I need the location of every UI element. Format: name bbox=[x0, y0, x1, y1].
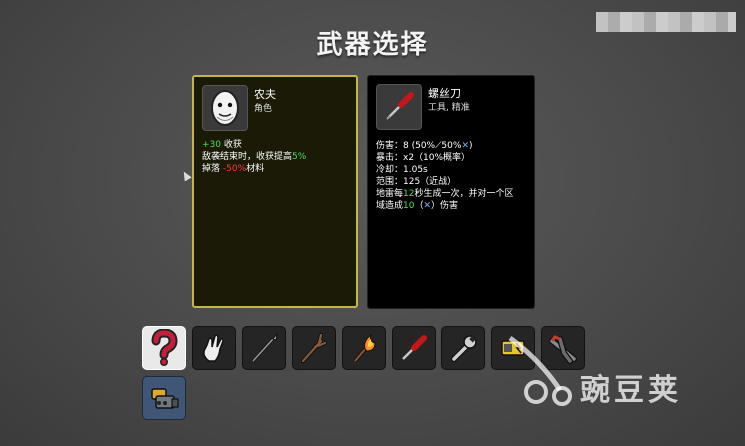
wrench-icon bbox=[451, 335, 477, 362]
stat-line: 域造成10（✕）伤害 bbox=[376, 200, 536, 212]
torch-weapon-slot[interactable] bbox=[342, 326, 386, 370]
spear-icon bbox=[251, 332, 278, 363]
weapon-stats: 伤害：8 (50%⟋50%✕) 暴击：x2（10%概率） 冷却：1.05s 范围：12… bbox=[376, 140, 536, 212]
stat-line: 掉落 -50%材料 bbox=[202, 163, 306, 175]
character-role: 角色 bbox=[254, 104, 273, 114]
stat-text: ) bbox=[468, 141, 473, 151]
character-panel: 农夫 角色 +30 收获 敌袭结束时，收获提高5% 掉落 -50%材料 bbox=[192, 75, 358, 308]
stat-text: 50% bbox=[441, 141, 462, 151]
pliers-icon bbox=[549, 335, 577, 364]
stat-line: 冷却：1.05s bbox=[376, 164, 536, 176]
stick-weapon-slot[interactable] bbox=[292, 326, 336, 370]
stat-line: 范围：125（近战） bbox=[376, 176, 536, 188]
stat-line: 伤害：8 (50%⟋50%✕) bbox=[376, 140, 536, 152]
weapon-panel: 螺丝刀 工具, 精准 伤害：8 (50%⟋50%✕) 暴击：x2（10%概率） 冷却… bbox=[367, 75, 535, 309]
stat-text: 10 bbox=[403, 201, 415, 211]
screwdriver-weapon-slot[interactable] bbox=[392, 326, 436, 370]
weapon-tags: 工具, 精准 bbox=[428, 103, 470, 113]
stat-text: 域造成 bbox=[376, 201, 404, 211]
screwdriver-icon bbox=[402, 335, 427, 360]
character-stats: +30 收获 敌袭结束时，收获提高5% 掉落 -50%材料 bbox=[202, 139, 306, 175]
taser-weapon-slot[interactable] bbox=[491, 326, 535, 370]
minigun-weapon-slot[interactable] bbox=[142, 376, 186, 420]
question-mark-icon bbox=[151, 329, 178, 366]
stat-text: 暴击：x2（10%概率） bbox=[376, 153, 471, 163]
stat-text: 12 bbox=[403, 189, 415, 199]
farmer-portrait-icon bbox=[202, 85, 248, 131]
mouse-cursor-icon bbox=[180, 169, 192, 182]
character-name: 农夫 bbox=[254, 88, 276, 101]
watermark-text: 豌豆荚 bbox=[580, 373, 682, 408]
stat-text: 地雷每 bbox=[376, 189, 404, 199]
stat-text: ✕ bbox=[461, 141, 469, 151]
stat-text: 敌袭结束时，收获提高 bbox=[202, 152, 293, 162]
wrench-weapon-slot[interactable] bbox=[441, 326, 485, 370]
stat-text: 材料 bbox=[246, 164, 265, 174]
stat-text: 掉落 bbox=[202, 164, 223, 174]
taser-icon bbox=[501, 340, 525, 356]
stat-text: +30 bbox=[202, 140, 221, 150]
weapon-name: 螺丝刀 bbox=[428, 87, 461, 100]
stat-text: -50% bbox=[222, 164, 247, 174]
stat-text: 5% bbox=[292, 152, 307, 162]
stat-text: 冷却：1.05s bbox=[376, 165, 428, 175]
stat-text: 范围：125（近战） bbox=[376, 177, 457, 187]
stat-line: 地雷每12秒生成一次，并对一个区 bbox=[376, 188, 536, 200]
torch-icon bbox=[353, 333, 376, 363]
screwdriver-portrait-icon bbox=[376, 84, 422, 130]
stat-line: +30 收获 bbox=[202, 139, 306, 151]
pliers-weapon-slot[interactable] bbox=[541, 326, 585, 370]
stat-text: 秒生成一次，并对一个区 bbox=[414, 189, 514, 199]
random-weapon-slot[interactable] bbox=[142, 326, 186, 370]
stat-line: 敌袭结束时，收获提高5% bbox=[202, 151, 306, 163]
hand-weapon-slot[interactable] bbox=[192, 326, 236, 370]
stat-line: 暴击：x2（10%概率） bbox=[376, 152, 536, 164]
stick-icon bbox=[301, 333, 327, 363]
stat-text: ✕ bbox=[423, 201, 432, 211]
stat-text: 收获 bbox=[221, 140, 242, 150]
hand-icon bbox=[203, 334, 224, 362]
stat-text: ）伤害 bbox=[431, 201, 459, 211]
spear-weapon-slot[interactable] bbox=[242, 326, 286, 370]
stat-text: 伤害：8 (50% bbox=[376, 141, 436, 151]
minigun-icon bbox=[151, 388, 179, 409]
blurred-overlay bbox=[596, 12, 736, 32]
